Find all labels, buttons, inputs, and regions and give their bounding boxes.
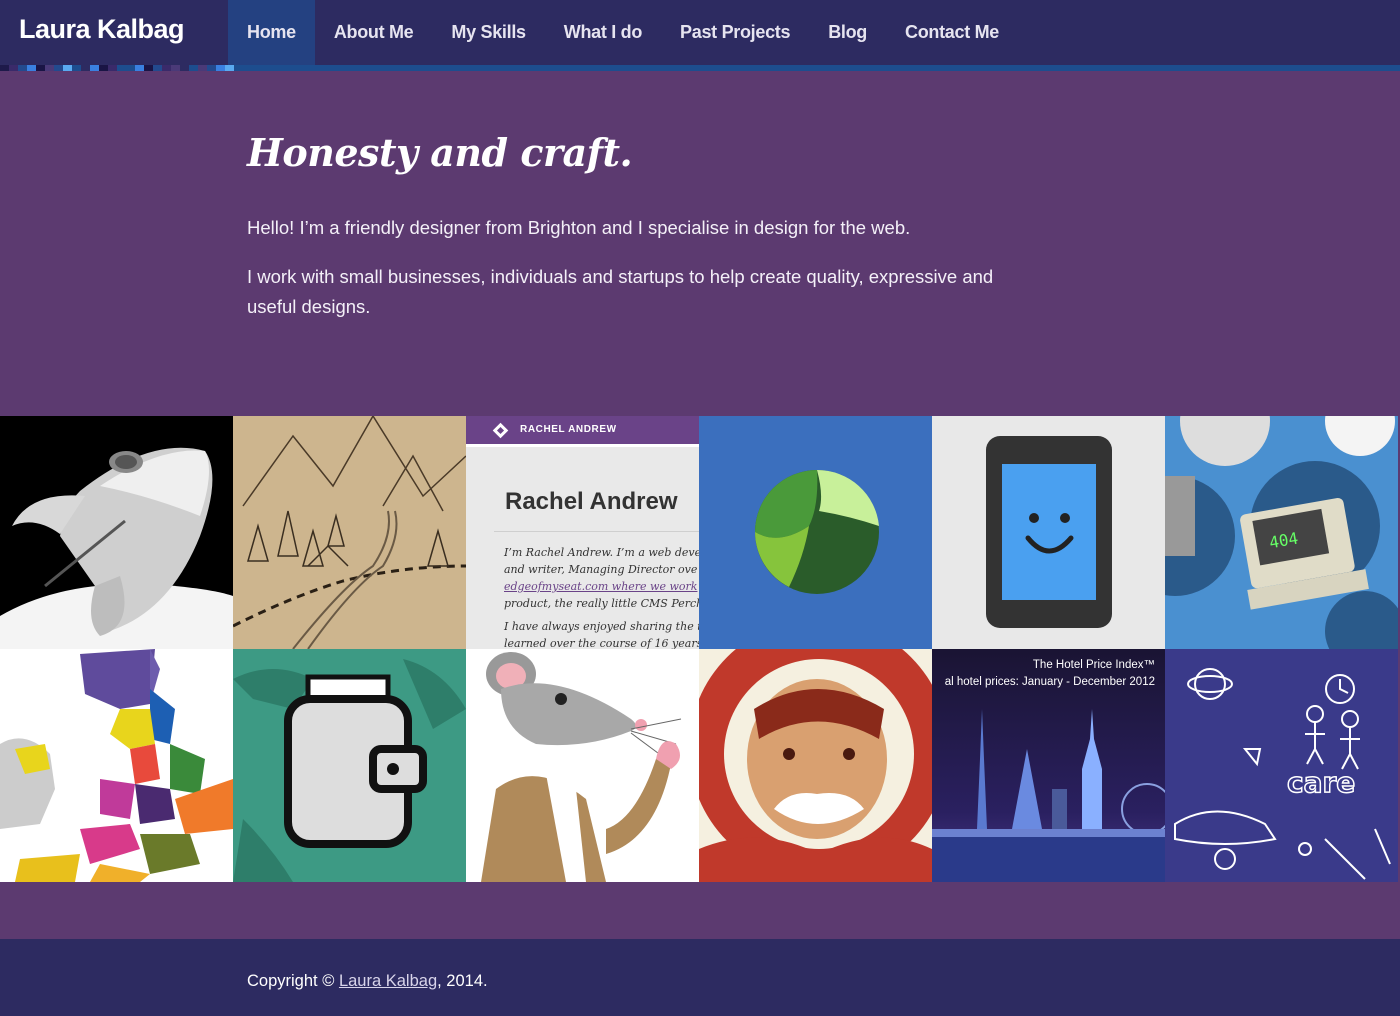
main-nav: Home About Me My Skills What I do Past P… <box>228 0 1018 65</box>
strip-pixel <box>108 65 117 71</box>
portfolio-tile-mouse-character[interactable] <box>466 649 699 882</box>
text-line: I’m Rachel Andrew. I’m a web deve <box>504 546 699 559</box>
strip-pixel <box>171 65 180 71</box>
footer-author-link[interactable]: Laura Kalbag <box>339 972 437 990</box>
strip-pixel <box>117 65 126 71</box>
copyright-suffix: , 2014. <box>437 972 488 990</box>
hotel-index-title: The Hotel Price Index™ <box>1032 659 1155 671</box>
portfolio-tile-404-computers[interactable]: 404 <box>1165 416 1398 649</box>
portfolio-tile-rocket[interactable] <box>0 416 233 649</box>
strip-pixel <box>198 65 207 71</box>
text-line: I have always enjoyed sharing the t <box>504 620 699 633</box>
strip-pixel <box>90 65 99 71</box>
strip-pixel <box>207 65 216 71</box>
page-heading: Honesty and craft. <box>247 130 633 175</box>
intro-section: Honesty and craft. Hello! I’m a friendly… <box>247 130 1007 341</box>
nav-contact-me[interactable]: Contact Me <box>886 0 1018 65</box>
retro-computers-icon: 404 <box>1165 416 1398 649</box>
nav-my-skills[interactable]: My Skills <box>432 0 544 65</box>
portfolio-tile-care-doodles[interactable]: care <box>1165 649 1398 882</box>
wallet-icon: NZ 3C <box>233 649 466 882</box>
strip-pixel <box>9 65 18 71</box>
strip-pixel <box>180 65 189 71</box>
rachel-andrew-text: I’m Rachel Andrew. I’m a web deve and wr… <box>504 544 699 649</box>
strip-pixel <box>189 65 198 71</box>
site-footer: Copyright © Laura Kalbag, 2014. <box>0 939 1400 1016</box>
strip-pixel <box>135 65 144 71</box>
nav-what-i-do[interactable]: What I do <box>545 0 661 65</box>
hotel-index-caption: The Hotel Price Index™ al hotel prices: … <box>945 657 1155 691</box>
strip-pixel <box>99 65 108 71</box>
intro-paragraph: Hello! I’m a friendly designer from Brig… <box>247 217 911 238</box>
smiling-phone-icon <box>932 416 1165 649</box>
green-globe-icon <box>699 416 932 649</box>
strip-pixel <box>126 65 135 71</box>
intro-paragraph: I work with small businesses, individual… <box>247 266 994 317</box>
site-header: Laura Kalbag Home About Me My Skills Wha… <box>0 0 1400 65</box>
portfolio-tile-rachel-andrew[interactable]: RACHEL ANDREW Rachel Andrew I’m Rachel A… <box>466 416 699 649</box>
nav-blog[interactable]: Blog <box>809 0 886 65</box>
copyright-text: Copyright © Laura Kalbag, 2014. <box>247 972 488 991</box>
care-doodles-icon: care <box>1165 649 1398 882</box>
map-sketch-icon <box>233 416 466 649</box>
strip-pixel <box>216 65 225 71</box>
strip-pixel <box>36 65 45 71</box>
portfolio-tile-astronaut[interactable] <box>699 649 932 882</box>
strip-pixel <box>162 65 171 71</box>
copyright-prefix: Copyright © <box>247 972 339 990</box>
strip-pixel <box>144 65 153 71</box>
hotel-index-subtitle: al hotel prices: January - December 2012 <box>944 676 1155 688</box>
portfolio-tile-hotel-price-index[interactable]: The Hotel Price Index™ al hotel prices: … <box>932 649 1165 882</box>
nav-past-projects[interactable]: Past Projects <box>661 0 809 65</box>
astronaut-icon <box>699 649 932 882</box>
text-line: edgeofmyseat.com where we work <box>504 578 699 595</box>
portfolio-tile-uk-map[interactable] <box>0 649 233 882</box>
strip-pixel <box>18 65 27 71</box>
portfolio-tile-smiling-phone[interactable] <box>932 416 1165 649</box>
strip-pixel <box>153 65 162 71</box>
rachel-andrew-site-body: Rachel Andrew I’m Rachel Andrew. I’m a w… <box>466 447 699 649</box>
rachel-andrew-header-text: RACHEL ANDREW <box>520 424 617 435</box>
portfolio-tile-mountain-map[interactable] <box>233 416 466 649</box>
uk-map-icon <box>0 649 233 882</box>
diamond-logo-icon <box>492 422 509 439</box>
rachel-andrew-site-header: RACHEL ANDREW <box>466 416 699 444</box>
mouse-icon <box>466 649 699 882</box>
text-line-link: edgeofmyseat.com where we work <box>504 580 698 593</box>
strip-pixel <box>72 65 81 71</box>
strip-pixel <box>0 65 9 71</box>
strip-pixel <box>45 65 54 71</box>
text-line: product, the really little CMS Perch <box>504 597 699 610</box>
divider <box>494 531 699 532</box>
portfolio-tile-green-globe[interactable] <box>699 416 932 649</box>
nav-home[interactable]: Home <box>228 0 315 65</box>
text-line: and writer, Managing Director ove <box>504 563 698 576</box>
pixel-strip-divider <box>0 65 1400 71</box>
strip-pixel <box>63 65 72 71</box>
strip-pixel <box>225 65 234 71</box>
rachel-andrew-title: Rachel Andrew <box>505 488 678 515</box>
portfolio-grid: RACHEL ANDREW Rachel Andrew I’m Rachel A… <box>0 416 1400 882</box>
portfolio-tile-wallet[interactable]: NZ 3C <box>233 649 466 882</box>
strip-pixel <box>81 65 90 71</box>
text-line: learned over the course of 16 years <box>504 637 699 649</box>
strip-pixel <box>54 65 63 71</box>
nav-about-me[interactable]: About Me <box>315 0 433 65</box>
site-logo[interactable]: Laura Kalbag <box>19 14 185 45</box>
strip-pixel <box>27 65 36 71</box>
rocket-icon <box>0 416 233 649</box>
care-label: care <box>1287 766 1355 799</box>
